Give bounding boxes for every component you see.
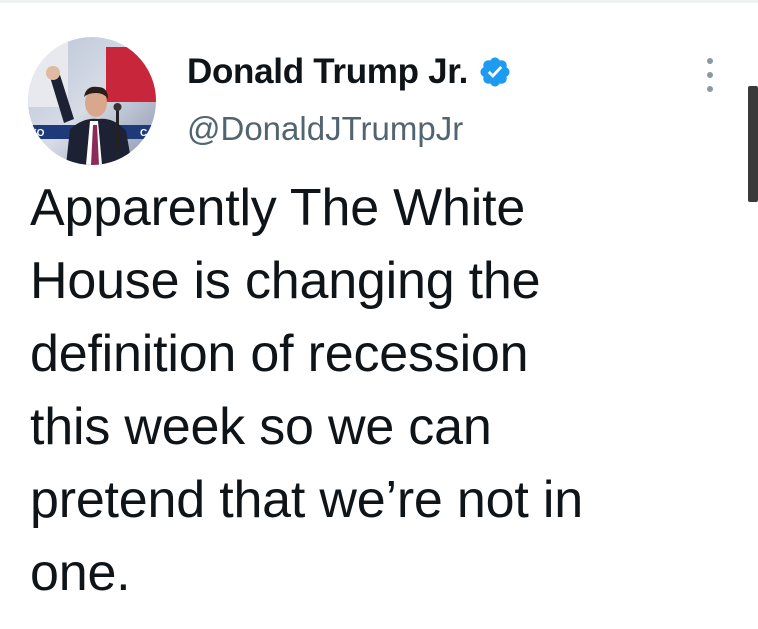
author-display-name[interactable]: Donald Trump Jr.	[187, 52, 468, 92]
author-handle[interactable]: @DonaldJTrumpJr	[187, 110, 463, 148]
verified-badge-icon	[478, 55, 512, 89]
svg-text:C: C	[140, 128, 147, 139]
author-name-row[interactable]: Donald Trump Jr.	[187, 50, 512, 94]
tweet-text: Apparently The White House is changing t…	[30, 179, 583, 602]
more-options-icon	[707, 58, 713, 64]
scrollbar-thumb[interactable]	[748, 86, 758, 202]
more-options-icon	[707, 86, 713, 92]
avatar-photo: YO C	[28, 37, 156, 165]
more-options-icon	[707, 72, 713, 78]
more-options-button[interactable]	[696, 58, 724, 92]
author-avatar[interactable]: YO C	[28, 37, 156, 165]
svg-text:YO: YO	[30, 128, 45, 139]
tweet[interactable]: YO C Donald Trump Jr. @DonaldJTrumpJr Ap…	[0, 0, 758, 629]
